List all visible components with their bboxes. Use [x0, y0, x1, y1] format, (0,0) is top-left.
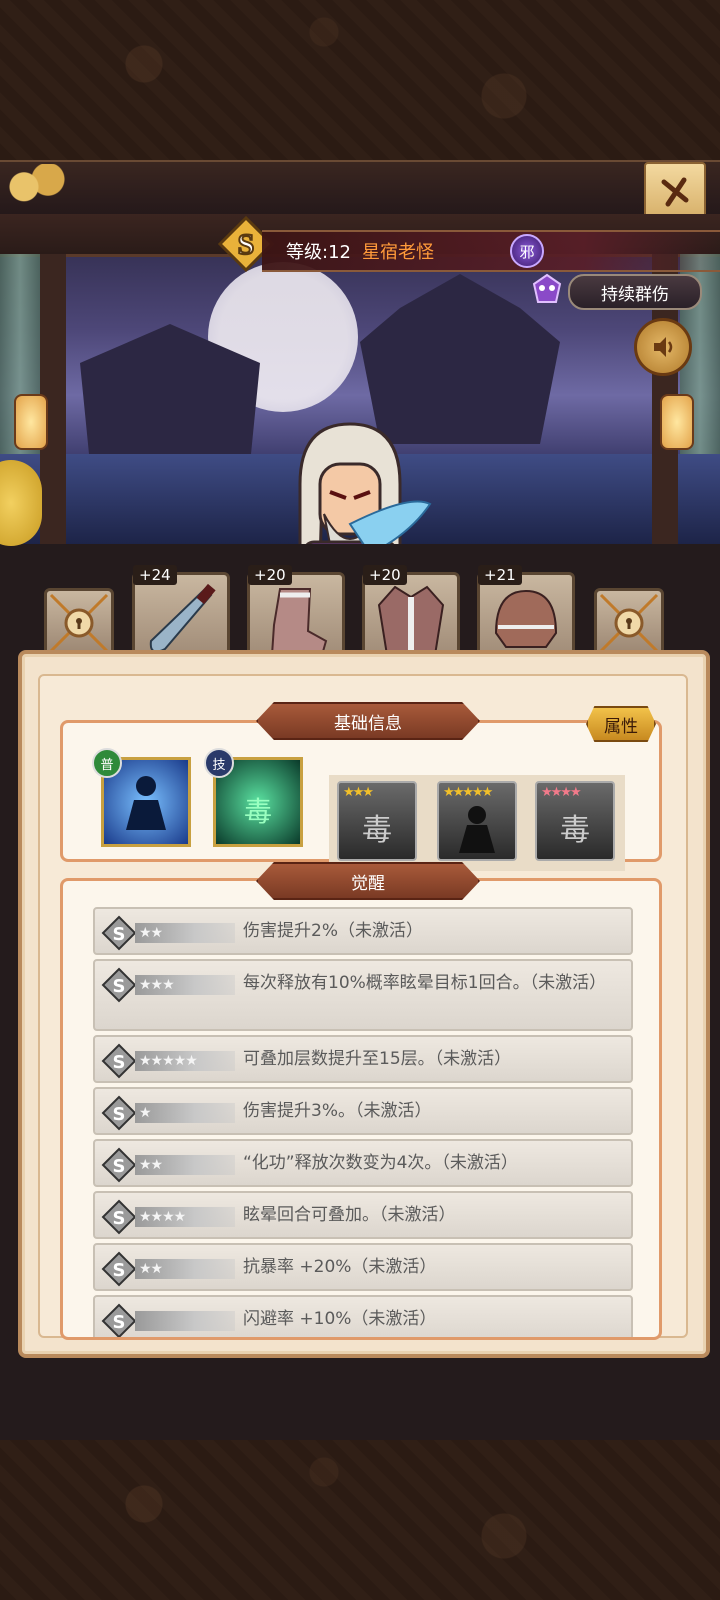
awaken-desc: 可叠加层数提升至15层。（未激活） — [243, 1049, 512, 1069]
awaken-row: S 闪避率 +10%（未激活） — [93, 1295, 633, 1337]
awaken-row: S ★★ 抗暴率 +20%（未激活） — [93, 1243, 633, 1291]
basic-info-title: 基础信息 — [256, 702, 480, 740]
svg-text:S: S — [113, 1052, 126, 1073]
lantern-icon — [14, 394, 48, 450]
info-inner: 普 技 毒 ★★★ 毒 ★★★★★ ★★★★ 毒 基础信息 属性 S ★★ 伤害… — [38, 674, 688, 1340]
awaken-stars: ★★ — [135, 1155, 235, 1175]
side-tab-button[interactable] — [0, 460, 42, 546]
awaken-row: S ★★★★★ 可叠加层数提升至15层。（未激活） — [93, 1035, 633, 1083]
awaken-card[interactable]: ★★★★★ — [437, 781, 517, 861]
svg-text:S: S — [113, 1156, 126, 1177]
awaken-desc: “化功”释放次数变为4次。（未激活） — [243, 1153, 518, 1173]
enhance-level: +20 — [363, 565, 407, 585]
lantern-icon — [660, 394, 694, 450]
panel-bottom — [0, 1360, 720, 1440]
awaken-s-icon: S — [101, 1199, 137, 1235]
awaken-s-icon: S — [101, 1095, 137, 1131]
enhance-level: +24 — [133, 565, 177, 585]
awaken-desc: 眩晕回合可叠加。（未激活） — [243, 1205, 456, 1225]
awaken-stars: ★★★★★ — [135, 1051, 235, 1071]
awaken-stars: ★★★★★ — [443, 785, 493, 800]
awaken-stars: ★★★ — [135, 975, 235, 995]
close-button[interactable] — [644, 162, 706, 220]
awaken-s-icon: S — [101, 1251, 137, 1287]
awaken-s-icon: S — [101, 1303, 137, 1337]
demon-mask-icon — [530, 272, 564, 306]
hero-panel: S 等级:12 星宿老怪 邪 持续群伤 +24 +20 +20 +21 普 技 … — [0, 160, 720, 1440]
awaken-stars: ★★★★ — [541, 785, 582, 800]
attributes-button[interactable]: 属性 — [586, 706, 656, 742]
awaken-card[interactable]: ★★★★ 毒 — [535, 781, 615, 861]
svg-text:S: S — [113, 1208, 126, 1229]
awaken-title: 觉醒 — [256, 862, 480, 900]
awaken-s-icon: S — [101, 915, 137, 951]
voice-button[interactable] — [634, 318, 692, 376]
active-skill[interactable]: 技 毒 — [204, 748, 303, 847]
awaken-desc: 每次释放有10%概率眩晕目标1回合。（未激活） — [243, 973, 607, 993]
awaken-desc: 抗暴率 +20%（未激活） — [243, 1257, 437, 1277]
svg-text:S: S — [113, 1104, 126, 1125]
awaken-row: S ★★ “化功”释放次数变为4次。（未激活） — [93, 1139, 633, 1187]
svg-text:S: S — [113, 1260, 126, 1281]
equipment-row: +24 +20 +20 +21 — [0, 544, 720, 670]
panel-header — [0, 160, 720, 220]
lock-icon — [599, 593, 659, 653]
cloud-ornament-icon — [0, 164, 80, 202]
awaken-s-icon: S — [101, 1147, 137, 1183]
speaker-icon — [654, 337, 673, 357]
poison-glyph: 毒 — [243, 795, 272, 828]
skill-tag-badge: 普 — [92, 748, 122, 778]
svg-text:S: S — [113, 1312, 126, 1333]
hero-level: 等级:12 — [286, 242, 351, 263]
normal-attack-skill[interactable]: 普 — [92, 748, 191, 847]
awaken-desc: 伤害提升3%。（未激活） — [243, 1101, 432, 1121]
poison-glyph: 毒 — [560, 813, 590, 848]
awaken-row: S ★ 伤害提升3%。（未激活） — [93, 1087, 633, 1135]
awaken-skill-strip: ★★★ 毒 ★★★★★ ★★★★ 毒 — [329, 775, 625, 871]
hero-name: 星宿老怪 — [362, 242, 434, 263]
awaken-box: S ★★ 伤害提升2%（未激活） S ★★★ 每次释放有10%概率眩晕目标1回合… — [60, 878, 662, 1340]
awaken-stars: ★★★★ — [135, 1207, 235, 1227]
awaken-stars: ★★ — [135, 1259, 235, 1279]
enhance-level: +21 — [478, 565, 522, 585]
faction-badge: 邪 — [510, 234, 544, 268]
awaken-stars: ★ — [135, 1103, 235, 1123]
awaken-s-icon: S — [101, 967, 137, 1003]
svg-text:S: S — [113, 924, 126, 945]
awaken-row: S ★★★★ 眩晕回合可叠加。（未激活） — [93, 1191, 633, 1239]
close-icon — [661, 177, 689, 207]
awaken-stars: ★★★ — [343, 785, 374, 800]
locked-slot-right[interactable] — [594, 588, 664, 658]
awaken-card[interactable]: ★★★ 毒 — [337, 781, 417, 861]
awaken-desc: 伤害提升2%（未激活） — [243, 921, 423, 941]
awaken-row: S ★★★ 每次释放有10%概率眩晕目标1回合。（未激活） — [93, 959, 633, 1031]
skill-tag-badge: 技 — [204, 748, 234, 778]
info-card: 普 技 毒 ★★★ 毒 ★★★★★ ★★★★ 毒 基础信息 属性 S ★★ 伤害… — [18, 650, 710, 1358]
locked-slot-left[interactable] — [44, 588, 114, 658]
awaken-row: S ★★ 伤害提升2%（未激活） — [93, 907, 633, 955]
awaken-desc: 闪避率 +10%（未激活） — [243, 1309, 437, 1329]
svg-text:S: S — [238, 228, 255, 261]
background-top — [0, 0, 720, 160]
enhance-level: +20 — [248, 565, 292, 585]
awaken-stars: ★★ — [135, 923, 235, 943]
background-bottom — [0, 1440, 720, 1600]
svg-text:S: S — [113, 976, 126, 997]
hero-character-image[interactable] — [260, 414, 440, 544]
awaken-stars — [135, 1311, 235, 1331]
skill-type-tag: 持续群伤 — [568, 274, 702, 310]
poison-glyph: 毒 — [362, 813, 392, 848]
basic-info-box: 普 技 毒 ★★★ 毒 ★★★★★ ★★★★ 毒 — [60, 720, 662, 871]
awaken-s-icon: S — [101, 1043, 137, 1079]
lock-icon — [49, 593, 109, 653]
